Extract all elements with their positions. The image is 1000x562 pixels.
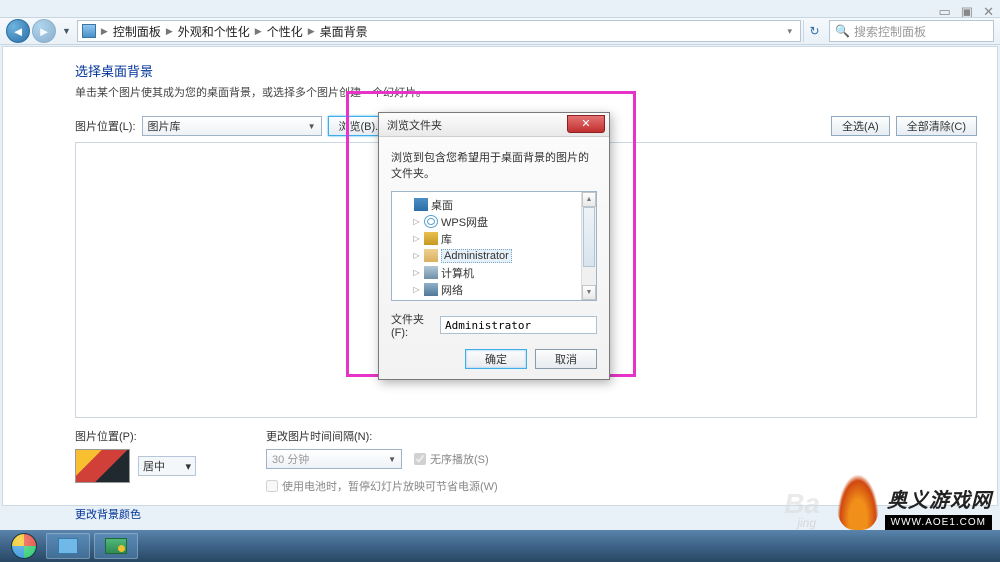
dialog-title: 浏览文件夹 — [387, 117, 442, 133]
location-label: 图片位置(L): — [75, 118, 136, 134]
scroll-thumb[interactable] — [583, 207, 595, 267]
tree-label: 网络 — [441, 282, 463, 298]
position-combo[interactable]: 居中 ▾ — [138, 456, 196, 476]
cloud-icon — [424, 215, 438, 228]
battery-label: 使用电池时，暂停幻灯片放映可节省电源(W) — [282, 478, 498, 494]
dialog-titlebar[interactable]: 浏览文件夹 ✕ — [379, 113, 609, 137]
select-all-button[interactable]: 全选(A) — [831, 116, 890, 136]
navigation-bar: ◄ ► ▼ ▶ 控制面板 ▶ 外观和个性化 ▶ 个性化 ▶ 桌面背景 ▾ ↻ 🔍… — [0, 17, 1000, 45]
battery-input[interactable] — [266, 480, 278, 492]
flame-icon — [837, 474, 879, 530]
tree-label: 桌面 — [431, 197, 453, 213]
location-value: 图片库 — [148, 118, 181, 134]
user-folder-icon — [424, 249, 438, 262]
refresh-button[interactable]: ↻ — [803, 20, 825, 42]
breadcrumb[interactable]: 个性化 — [267, 23, 303, 40]
taskbar-item[interactable] — [94, 533, 138, 559]
breadcrumb[interactable]: 外观和个性化 — [178, 23, 250, 40]
change-bg-color-link[interactable]: 更改背景颜色 — [75, 506, 141, 522]
browse-folder-dialog: 浏览文件夹 ✕ 浏览到包含您希望用于桌面背景的图片的文件夹。 桌面 ▷ WPS网… — [378, 112, 610, 380]
expand-icon[interactable]: ▷ — [412, 217, 421, 226]
search-placeholder: 搜索控制面板 — [854, 23, 926, 40]
forward-button[interactable]: ► — [32, 19, 56, 43]
taskbar-item[interactable] — [46, 533, 90, 559]
cancel-button[interactable]: 取消 — [535, 349, 597, 369]
watermark-url: WWW.AOE1.COM — [885, 515, 992, 530]
expand-icon[interactable]: ▷ — [412, 285, 421, 294]
shuffle-label: 无序播放(S) — [430, 451, 489, 467]
page-subtitle: 单击某个图片使其成为您的桌面背景，或选择多个图片创建一个幻灯片。 — [75, 84, 977, 100]
tree-label: WPS网盘 — [441, 214, 488, 230]
chevron-right-icon: ▶ — [308, 26, 315, 37]
computer-icon — [424, 266, 438, 279]
app-icon — [58, 538, 78, 554]
watermark-title: 奥义游戏网 — [885, 484, 992, 513]
back-button[interactable]: ◄ — [6, 19, 30, 43]
site-watermark: 奥义游戏网 WWW.AOE1.COM — [837, 474, 992, 530]
interval-value: 30 分钟 — [272, 451, 309, 467]
location-combo[interactable]: 图片库 ▼ — [142, 116, 322, 136]
tree-item-computer[interactable]: ▷ 计算机 — [394, 264, 594, 281]
folder-input[interactable] — [440, 316, 597, 334]
chevron-down-icon: ▼ — [308, 122, 316, 131]
chevron-right-icon: ▶ — [255, 26, 262, 37]
history-dropdown[interactable]: ▼ — [62, 26, 71, 36]
search-input[interactable]: 🔍 搜索控制面板 — [829, 20, 994, 42]
windows-orb-icon — [11, 533, 37, 559]
position-value: 居中 — [143, 458, 165, 474]
network-icon — [424, 283, 438, 296]
tree-label: Administrator — [441, 249, 512, 263]
address-bar[interactable]: ▶ 控制面板 ▶ 外观和个性化 ▶ 个性化 ▶ 桌面背景 ▾ — [77, 20, 801, 42]
tree-item-library[interactable]: ▷ 库 — [394, 230, 594, 247]
chevron-down-icon: ▾ — [185, 460, 191, 473]
shuffle-checkbox[interactable]: 无序播放(S) — [414, 451, 489, 467]
chevron-down-icon: ▼ — [388, 455, 396, 464]
breadcrumb[interactable]: 桌面背景 — [320, 23, 368, 40]
dialog-close-button[interactable]: ✕ — [567, 115, 605, 133]
desktop-icon — [414, 198, 428, 211]
breadcrumb[interactable]: 控制面板 — [113, 23, 161, 40]
interval-label: 更改图片时间间隔(N): — [266, 428, 498, 444]
position-thumbnail — [75, 449, 130, 483]
position-label: 图片位置(P): — [75, 428, 196, 444]
scroll-down-button[interactable]: ▼ — [582, 285, 596, 300]
ok-button[interactable]: 确定 — [465, 349, 527, 369]
library-icon — [424, 232, 438, 245]
chevron-right-icon: ▶ — [101, 26, 108, 37]
tree-label: 计算机 — [441, 265, 474, 281]
tree-item-wps[interactable]: ▷ WPS网盘 — [394, 213, 594, 230]
chevron-right-icon: ▶ — [166, 26, 173, 37]
page-title: 选择桌面背景 — [75, 61, 977, 80]
shuffle-input[interactable] — [414, 453, 426, 465]
expand-icon[interactable]: ▷ — [412, 234, 421, 243]
battery-checkbox[interactable]: 使用电池时，暂停幻灯片放映可节省电源(W) — [266, 478, 498, 494]
scroll-up-button[interactable]: ▲ — [582, 192, 596, 207]
folder-label: 文件夹(F): — [391, 311, 434, 339]
start-button[interactable] — [6, 532, 42, 560]
addr-dropdown[interactable]: ▾ — [783, 26, 796, 37]
taskbar[interactable] — [0, 530, 1000, 562]
interval-combo[interactable]: 30 分钟 ▼ — [266, 449, 402, 469]
clear-all-button[interactable]: 全部清除(C) — [896, 116, 977, 136]
search-icon: 🔍 — [835, 24, 850, 38]
tree-item-desktop[interactable]: 桌面 — [394, 196, 594, 213]
tree-item-network[interactable]: ▷ 网络 — [394, 281, 594, 298]
tree-label: 库 — [441, 231, 452, 247]
dialog-message: 浏览到包含您希望用于桌面背景的图片的文件夹。 — [391, 149, 597, 181]
app-icon — [105, 538, 127, 554]
location-icon — [82, 24, 96, 38]
tree-scrollbar[interactable]: ▲ ▼ — [581, 192, 596, 300]
tree-item-admin[interactable]: ▷ Administrator — [394, 247, 594, 264]
expand-icon[interactable]: ▷ — [412, 268, 421, 277]
expand-icon[interactable]: ▷ — [412, 251, 421, 260]
watermark-jing: jing — [797, 516, 816, 530]
folder-tree[interactable]: 桌面 ▷ WPS网盘 ▷ 库 ▷ Administrator ▷ 计算机 — [391, 191, 597, 301]
